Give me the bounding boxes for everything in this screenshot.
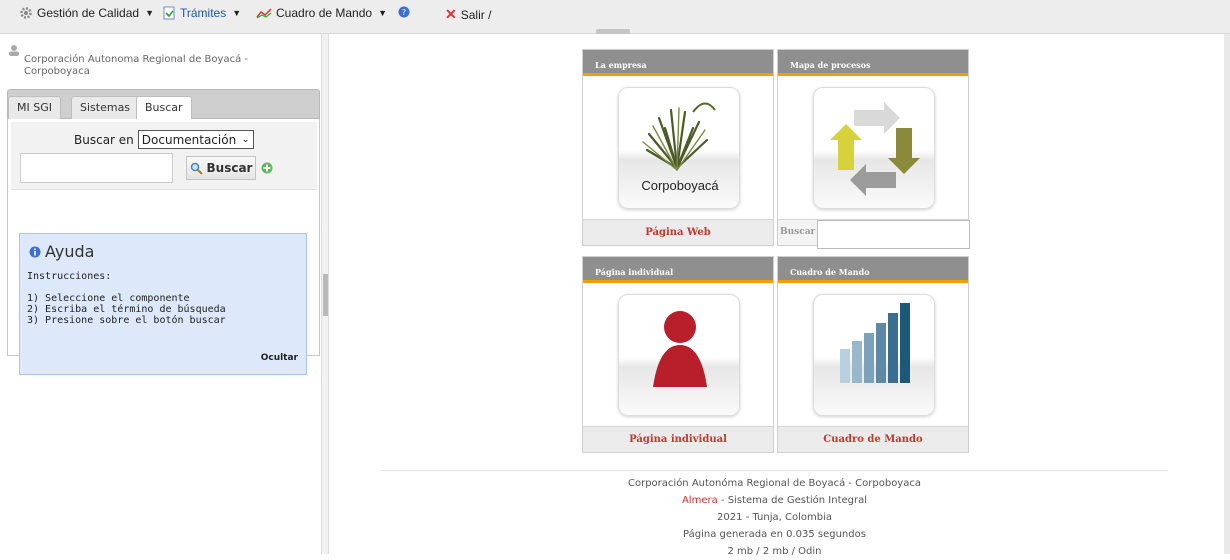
splitter-grip[interactable] — [323, 274, 328, 316]
corpoboyaca-logo[interactable]: Corpoboyacá — [618, 87, 740, 209]
help-box: Ayuda Instrucciones: 1) Seleccione el co… — [19, 233, 307, 375]
search-scope: Buscar en Documentación ⌄ — [74, 130, 254, 149]
menu-tramites[interactable]: Trámites ▼ — [162, 6, 241, 20]
search-box: Buscar en Documentación ⌄ Buscar — [11, 122, 317, 190]
add-icon[interactable] — [261, 162, 273, 174]
mapa-search-label: Buscar — [780, 227, 816, 237]
user-name — [24, 42, 308, 54]
page-footer: Corporación Autonóma Regional de Boyacá … — [381, 470, 1168, 557]
tab-mi-sgi[interactable]: MI SGI — [8, 96, 61, 120]
tab-sistemas[interactable]: Sistemas — [71, 96, 140, 120]
process-cycle-icon[interactable] — [813, 87, 935, 209]
tile-cuadro-link[interactable]: Cuadro de Mando — [778, 426, 968, 452]
help-button[interactable]: ? — [398, 6, 410, 18]
tile-cuadro-title: Cuadro de Mando — [778, 257, 968, 283]
menu-salir[interactable]: ✕ Salir / — [445, 6, 491, 23]
svg-text:?: ? — [402, 8, 406, 17]
tile-cuadro-mando: Cuadro de Mando Cuadro de Mando — [777, 256, 969, 453]
help-instructions: Instrucciones: 1) Seleccione el componen… — [27, 271, 226, 326]
help-title: Ayuda — [29, 242, 94, 261]
user-org-short: Corpoboyaca — [24, 66, 90, 77]
top-toolbar: Gestión de Calidad ▼ Trámites ▼ Cuadro de … — [0, 0, 1230, 34]
chevron-down-icon: ▼ — [232, 8, 242, 18]
tile-la-empresa: La empresa Corpoboyacá Página Web — [582, 49, 774, 246]
help-icon: ? — [398, 6, 410, 18]
menu-gestion-label: Gestión de Calidad — [37, 6, 140, 20]
document-icon — [163, 6, 175, 20]
tab-bar: MI SGI Sistemas Buscar — [7, 89, 320, 121]
scrollbar-thumb[interactable] — [1224, 34, 1230, 554]
page-scrollbar[interactable] — [1224, 34, 1230, 554]
user-org: Corporación Autonoma Regional de Boyacá … — [24, 54, 248, 65]
search-panel: Buscar en Documentación ⌄ Buscar Ayuda I… — [7, 119, 320, 375]
footer-timing: Página generada en 0.035 segundos — [683, 529, 866, 540]
person-icon[interactable] — [618, 294, 740, 416]
menu-gestion-calidad[interactable]: Gestión de Calidad ▼ — [19, 6, 154, 20]
panel-splitter[interactable] — [321, 34, 329, 554]
tile-empresa-link[interactable]: Página Web — [583, 219, 773, 245]
gear-icon — [20, 7, 32, 19]
search-button-label: Buscar — [206, 161, 253, 175]
search-button[interactable]: Buscar — [186, 156, 256, 180]
help-step-1: 1) Seleccione el componente — [27, 293, 190, 304]
search-scope-select[interactable]: Documentación ⌄ — [137, 130, 254, 149]
menu-cuadro-mando[interactable]: Cuadro de Mando ▼ — [256, 6, 387, 20]
tile-pagina-individual: Página individual Página individual — [582, 256, 774, 453]
info-icon — [29, 246, 41, 257]
chevron-down-icon: ⌄ — [241, 134, 250, 145]
footer-system: Almera - Sistema de Gestión Integral — [381, 492, 1168, 509]
footer-org: Corporación Autonóma Regional de Boyacá … — [628, 478, 921, 489]
footer-location: 2021 - Tunja, Colombia — [717, 512, 832, 523]
help-instrucciones-label: Instrucciones: — [27, 271, 112, 282]
search-input[interactable] — [20, 153, 173, 183]
help-title-text: Ayuda — [45, 242, 95, 261]
close-icon: ✕ — [445, 6, 457, 22]
tile-individual-link[interactable]: Página individual — [583, 426, 773, 452]
user-info: Corporación Autonoma Regional de Boyacá … — [8, 42, 308, 78]
search-scope-label: Buscar en — [74, 132, 134, 147]
mapa-search-input[interactable] — [817, 220, 970, 249]
chevron-down-icon: ▼ — [145, 8, 154, 18]
tile-mapa-title: Mapa de procesos — [778, 50, 968, 76]
trend-chart-icon — [256, 8, 272, 19]
footer-brand-link[interactable]: Almera — [682, 495, 718, 506]
help-step-3: 3) Presione sobre el botón buscar — [27, 315, 226, 326]
user-icon — [9, 45, 19, 56]
search-scope-value: Documentación — [141, 132, 237, 147]
tile-mapa-search: Buscar — [778, 219, 970, 249]
tile-mapa-procesos: Mapa de procesos Buscar — [777, 49, 970, 249]
tile-empresa-title: La empresa — [583, 50, 773, 76]
tab-buscar[interactable]: Buscar — [136, 96, 192, 121]
help-hide-link[interactable]: Ocultar — [261, 353, 298, 363]
bar-chart-icon[interactable] — [813, 294, 935, 416]
menu-salir-label: Salir / — [460, 7, 492, 22]
search-icon — [190, 162, 203, 175]
help-step-2: 2) Escriba el término de búsqueda — [27, 304, 226, 315]
footer-system-text: - Sistema de Gestión Integral — [717, 495, 868, 506]
menu-cuadro-label: Cuadro de Mando — [276, 6, 373, 20]
logo-text: Corpoboyacá — [641, 178, 719, 193]
top-scroll-handle[interactable] — [596, 29, 630, 34]
left-panel: Corporación Autonoma Regional de Boyacá … — [0, 34, 329, 554]
tile-individual-title: Página individual — [583, 257, 773, 283]
menu-tramites-label: Trámites — [180, 6, 227, 20]
chevron-down-icon: ▼ — [378, 8, 387, 18]
footer-memory: 2 mb / 2 mb / Odin — [727, 546, 822, 557]
